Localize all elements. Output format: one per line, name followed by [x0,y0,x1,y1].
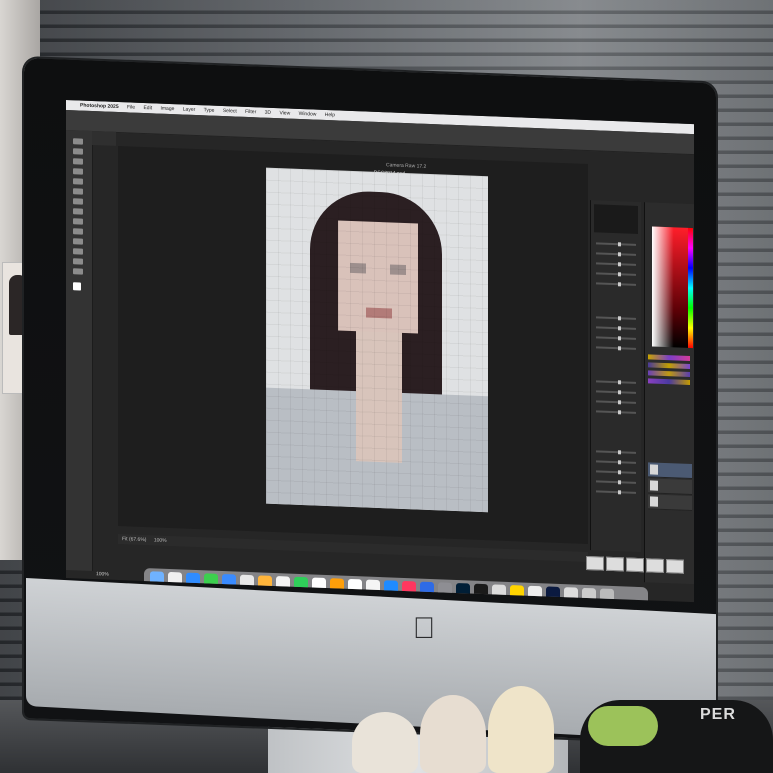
zoom-readout-inline[interactable]: 100% [154,537,167,543]
screen: Photoshop 2025 File Edit Image Layer Typ… [66,100,694,603]
histogram [594,204,638,234]
menu-help[interactable]: Help [325,112,335,118]
menu-3d[interactable]: 3D [265,110,271,116]
bag-lettering: PER [700,706,736,723]
plush-toy [420,695,486,773]
color-picker[interactable] [652,226,688,348]
brush-tool-icon[interactable] [73,198,83,205]
thumbnail[interactable] [646,558,664,573]
thumbnail[interactable] [666,559,684,574]
menu-type[interactable]: Type [204,107,215,113]
menu-layer[interactable]: Layer [183,106,196,112]
gradient-tool-icon[interactable] [73,228,83,235]
eyedropper-tool-icon[interactable] [73,178,83,185]
layer-row[interactable] [648,494,692,512]
menu-view[interactable]: View [279,110,290,116]
thumbnail-strip [586,555,684,574]
plush-toy [352,712,418,773]
green-cloth [588,706,658,746]
foreground-color-icon[interactable] [73,282,81,291]
plush-toy [488,686,554,773]
zoom-tool-icon[interactable] [73,268,83,275]
menu-edit[interactable]: Edit [143,105,152,111]
layer-row[interactable] [648,478,692,496]
lasso-tool-icon[interactable] [73,158,83,165]
pixelated-portrait [266,167,488,513]
thumbnail[interactable] [586,555,604,571]
marquee-tool-icon[interactable] [73,148,83,155]
move-tool-icon[interactable] [73,138,83,145]
menu-window[interactable]: Window [299,111,317,118]
type-tool-icon[interactable] [73,248,83,255]
crop-tool-icon[interactable] [73,168,83,175]
layer-thumb [650,496,658,507]
document-zoom-readout: 100% [96,571,109,578]
hue-strip[interactable] [688,227,693,349]
eraser-tool-icon[interactable] [73,218,83,225]
pen-tool-icon[interactable] [73,238,83,245]
menu-select[interactable]: Select [223,108,237,115]
thumbnail[interactable] [606,556,624,572]
hand-tool-icon[interactable] [73,258,83,265]
menu-filter[interactable]: Filter [245,109,256,115]
document-tab[interactable] [92,130,116,146]
toolbox [66,130,93,572]
pixel-grid [266,167,488,513]
thumbnail[interactable] [626,557,644,573]
menu-file[interactable]: File [127,104,135,110]
layer-thumb [650,480,658,491]
layer-thumb [650,464,658,475]
apple-logo-icon:  [410,612,438,646]
menu-image[interactable]: Image [160,106,174,113]
fit-zoom-readout[interactable]: Fit (67.6%) [122,536,146,543]
stamp-tool-icon[interactable] [73,208,83,215]
healing-tool-icon[interactable] [73,188,83,195]
layer-row[interactable] [648,462,692,480]
menubar-app-name[interactable]: Photoshop 2025 [80,103,119,110]
